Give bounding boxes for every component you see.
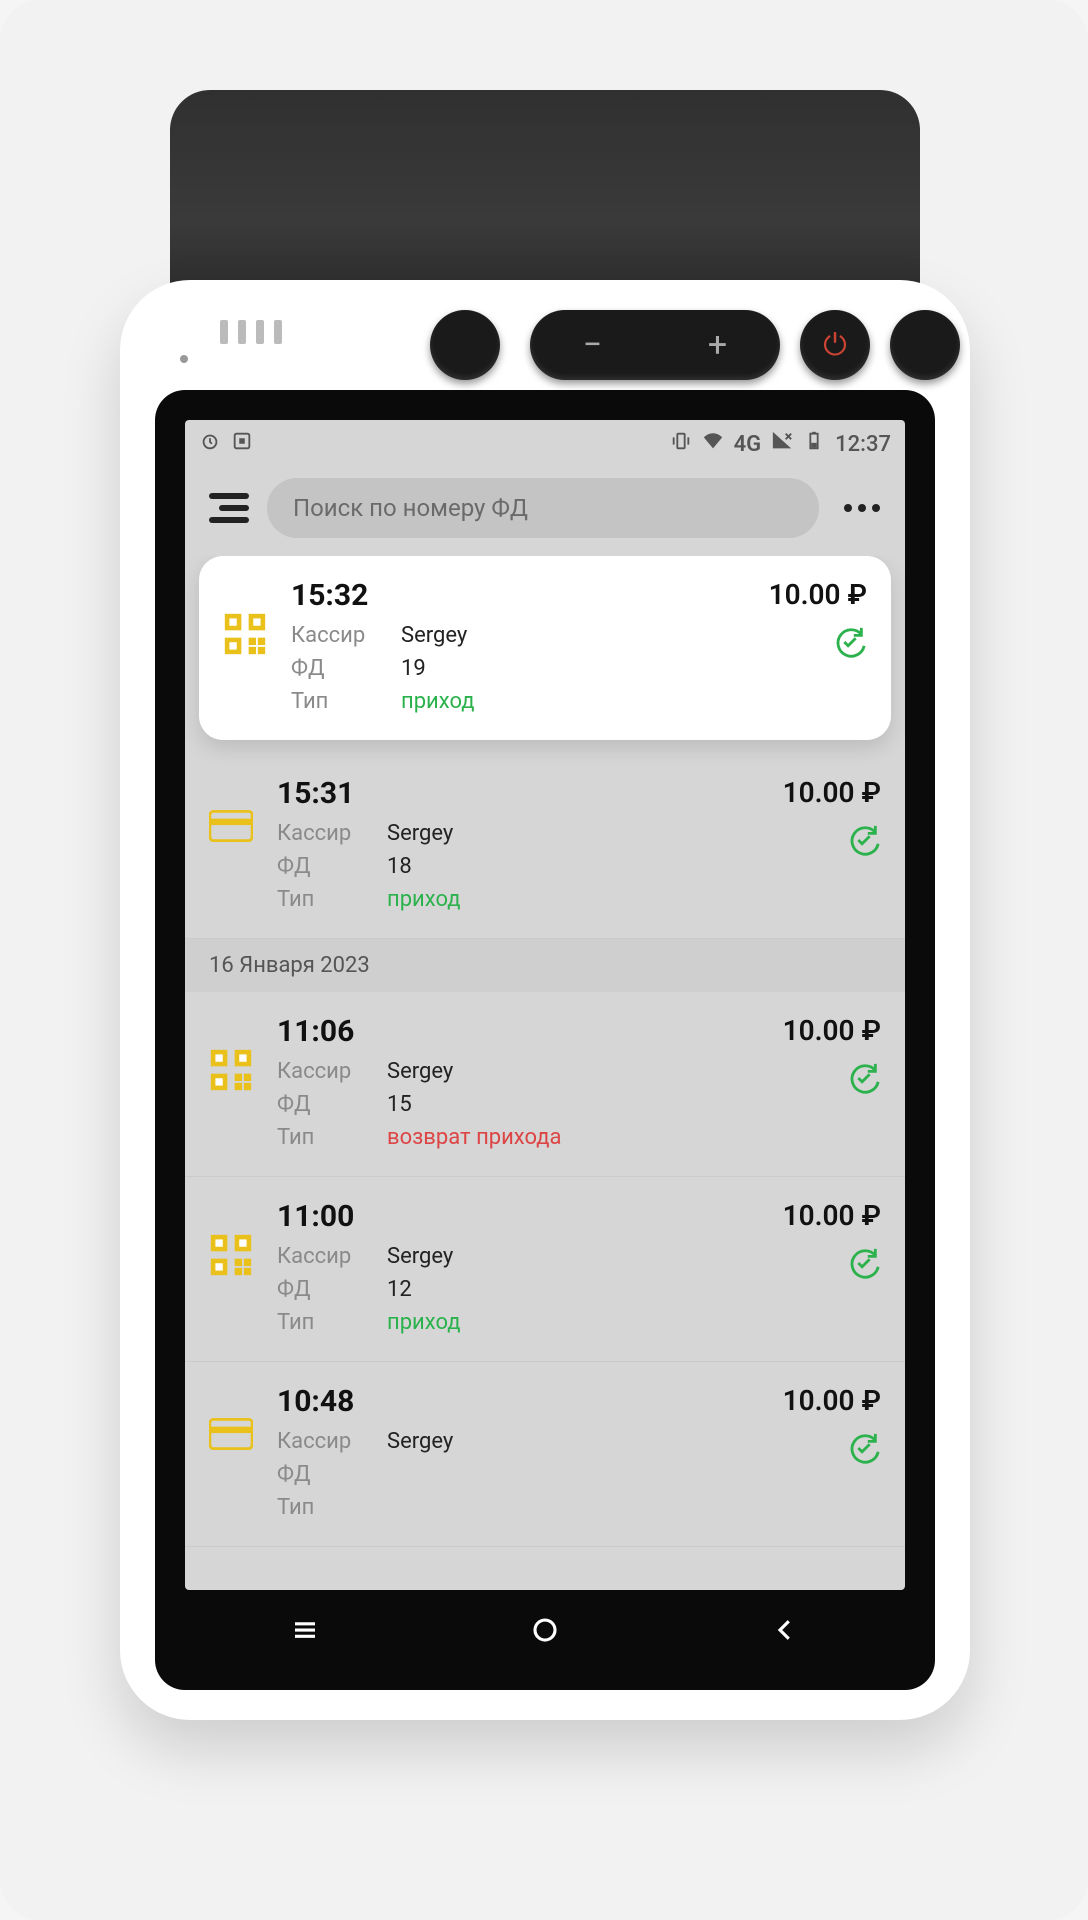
transaction-row[interactable]: 15:32 КассирSergeyФД19Типприход 10.00 ₽ bbox=[199, 556, 891, 740]
transaction-amount: 10.00 ₽ bbox=[769, 578, 867, 611]
battery-icon bbox=[803, 430, 825, 458]
hw-button-2[interactable] bbox=[890, 310, 960, 380]
transaction-time: 11:06 bbox=[277, 1014, 723, 1049]
sync-ok-icon bbox=[847, 1431, 881, 1465]
value-type: приход bbox=[401, 685, 475, 718]
value-fd: 15 bbox=[387, 1088, 412, 1121]
value-cashier: Sergey bbox=[387, 1425, 453, 1458]
led-indicator bbox=[180, 355, 188, 363]
date-section-header: 16 Января 2023 bbox=[185, 939, 905, 992]
sync-ok-icon bbox=[847, 1061, 881, 1095]
transactions-list[interactable]: 15:32КассирSergeyФД19Типприход10.00 ₽15:… bbox=[185, 556, 905, 1590]
label-fd: ФД bbox=[277, 1088, 387, 1121]
nav-home-button[interactable] bbox=[525, 1610, 565, 1650]
label-type: Тип bbox=[277, 1491, 387, 1524]
search-input[interactable]: Поиск по номеру ФД bbox=[267, 478, 819, 538]
screen: 4G 12:37 Поиск по номеру ФД bbox=[185, 420, 905, 1590]
transaction-row[interactable]: 11:00 КассирSergeyФД12Типприход 10.00 ₽ bbox=[185, 1177, 905, 1362]
card-icon bbox=[209, 1418, 253, 1450]
label-cashier: Кассир bbox=[277, 1425, 387, 1458]
screen-bezel: 4G 12:37 Поиск по номеру ФД bbox=[155, 390, 935, 1690]
menu-button[interactable] bbox=[203, 493, 249, 523]
network-label: 4G bbox=[734, 432, 762, 457]
sync-ok-icon bbox=[847, 1246, 881, 1280]
printer-module bbox=[170, 90, 920, 310]
app-header: Поиск по номеру ФД bbox=[185, 468, 905, 556]
pos-terminal: −+ ⏻ bbox=[120, 280, 970, 1720]
signal-icon bbox=[771, 430, 793, 458]
label-type: Тип bbox=[291, 685, 401, 718]
value-type: приход bbox=[387, 883, 461, 916]
qr-icon bbox=[223, 612, 267, 656]
search-placeholder: Поиск по номеру ФД bbox=[293, 494, 528, 522]
label-cashier: Кассир bbox=[277, 1055, 387, 1088]
transaction-time: 15:32 bbox=[291, 578, 709, 613]
label-cashier: Кассир bbox=[277, 817, 387, 850]
android-navbar bbox=[185, 1590, 905, 1670]
stage: −+ ⏻ bbox=[0, 0, 1088, 1920]
value-cashier: Sergey bbox=[387, 1055, 453, 1088]
label-cashier: Кассир bbox=[291, 619, 401, 652]
label-cashier: Кассир bbox=[277, 1240, 387, 1273]
value-cashier: Sergey bbox=[387, 1240, 453, 1273]
transaction-row[interactable]: 11:06 КассирSergeyФД15Типвозврат прихода 1… bbox=[185, 992, 905, 1177]
card-icon bbox=[209, 810, 253, 842]
hw-button-1[interactable] bbox=[430, 310, 500, 380]
hw-power-button[interactable]: ⏻ bbox=[800, 310, 870, 380]
alarm-icon bbox=[199, 430, 221, 458]
sync-ok-icon bbox=[833, 625, 867, 659]
speaker-grill bbox=[220, 320, 282, 344]
transaction-amount: 10.00 ₽ bbox=[783, 776, 881, 809]
nav-back-button[interactable] bbox=[765, 1610, 805, 1650]
value-type: возврат прихода bbox=[387, 1121, 562, 1154]
sync-ok-icon bbox=[847, 823, 881, 857]
label-fd: ФД bbox=[277, 1273, 387, 1306]
transaction-amount: 10.00 ₽ bbox=[783, 1199, 881, 1232]
value-cashier: Sergey bbox=[401, 619, 467, 652]
transaction-time: 11:00 bbox=[277, 1199, 723, 1234]
transaction-row[interactable]: 10:48 КассирSergeyФДТип 10.00 ₽ bbox=[185, 1362, 905, 1547]
vibrate-icon bbox=[670, 430, 692, 458]
transaction-row[interactable]: 15:31 КассирSergeyФД18Типприход 10.00 ₽ bbox=[185, 754, 905, 939]
value-fd: 19 bbox=[401, 652, 426, 685]
transaction-time: 10:48 bbox=[277, 1384, 723, 1419]
wifi-icon bbox=[702, 430, 724, 458]
qr-icon bbox=[209, 1048, 253, 1092]
transaction-amount: 10.00 ₽ bbox=[783, 1014, 881, 1047]
status-bar: 4G 12:37 bbox=[185, 420, 905, 468]
clock-label: 12:37 bbox=[835, 432, 891, 457]
transaction-amount: 10.00 ₽ bbox=[783, 1384, 881, 1417]
hw-volume-buttons[interactable]: −+ bbox=[530, 310, 780, 380]
label-fd: ФД bbox=[277, 1458, 387, 1491]
value-cashier: Sergey bbox=[387, 817, 453, 850]
more-button[interactable] bbox=[837, 504, 887, 512]
transaction-time: 15:31 bbox=[277, 776, 723, 811]
label-type: Тип bbox=[277, 1306, 387, 1339]
label-fd: ФД bbox=[277, 850, 387, 883]
label-fd: ФД bbox=[291, 652, 401, 685]
value-fd: 18 bbox=[387, 850, 412, 883]
label-type: Тип bbox=[277, 1121, 387, 1154]
label-type: Тип bbox=[277, 883, 387, 916]
app-square-icon bbox=[231, 430, 253, 458]
nav-recent-button[interactable] bbox=[285, 1610, 325, 1650]
value-fd: 12 bbox=[387, 1273, 412, 1306]
qr-icon bbox=[209, 1233, 253, 1277]
value-type: приход bbox=[387, 1306, 461, 1339]
